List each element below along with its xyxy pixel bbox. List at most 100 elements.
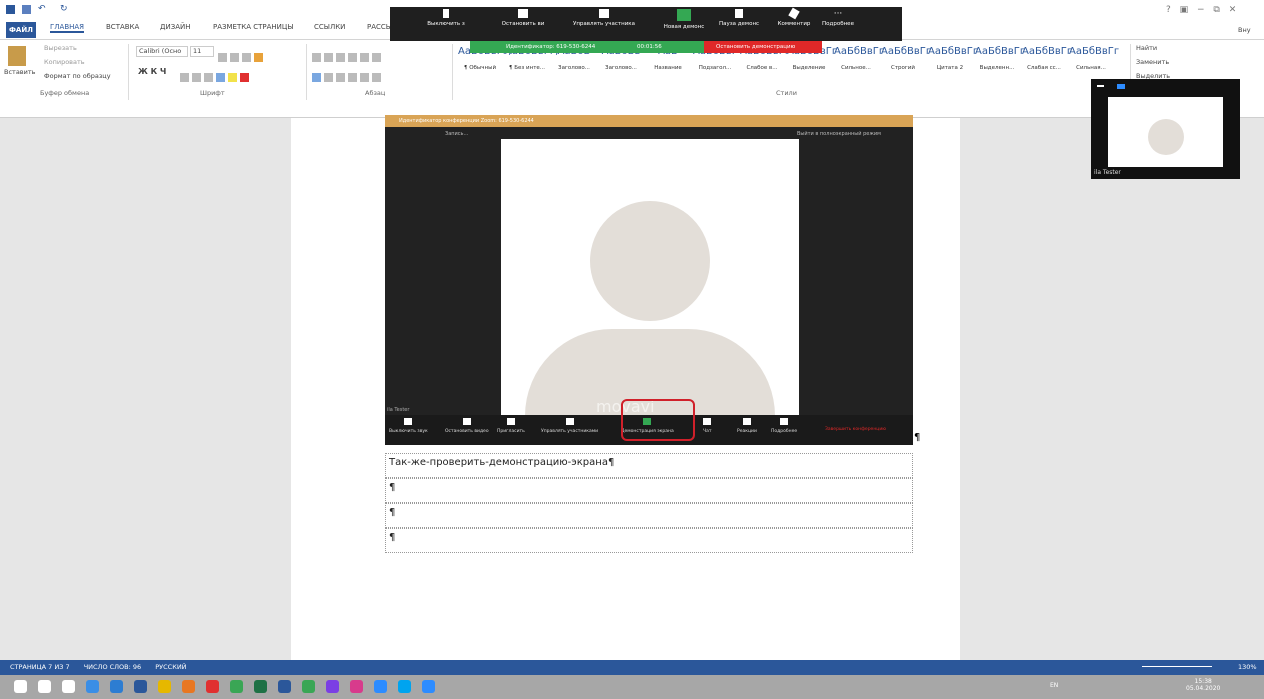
taskbar-app-icon[interactable] [158, 680, 171, 693]
tab-layout[interactable]: РАЗМЕТКА СТРАНИЦЫ [213, 23, 294, 31]
redo-icon[interactable]: ↻ [60, 4, 68, 14]
paste-label[interactable]: Вставить [4, 68, 35, 76]
clock[interactable]: 15:38 05.04.2020 [1186, 678, 1220, 692]
table-row[interactable]: ¶ [385, 478, 913, 503]
table-row[interactable]: ¶ [385, 503, 913, 528]
fullscreen-button[interactable]: Выйти в полноэкранный режим [797, 131, 881, 137]
end-meeting-button[interactable]: Завершить конференцию [825, 427, 886, 432]
pencil-icon [788, 7, 800, 20]
pip-video [1108, 97, 1223, 167]
stop-share-button[interactable]: Остановить демонстрацию [704, 41, 822, 53]
tab-home[interactable]: ГЛАВНАЯ [50, 23, 85, 33]
tab-file[interactable]: ФАЙЛ [6, 22, 36, 38]
paragraph-tools-row1[interactable] [312, 47, 384, 66]
taskbar-app-icon[interactable] [38, 680, 51, 693]
zoom-more-button[interactable]: ··· Подробнее [818, 9, 858, 27]
style-item[interactable]: АаБбВвГг Строгий [881, 46, 931, 76]
pause-icon [735, 9, 743, 18]
zoom-slider[interactable] [1142, 666, 1212, 667]
font-size-select[interactable]: 11 [190, 46, 214, 57]
group-label-styles: Стили [776, 89, 797, 97]
tab-insert[interactable]: ВСТАВКА [106, 23, 139, 31]
zoom-control-7[interactable]: Подробнее [771, 418, 797, 434]
style-item[interactable]: АаБбВвГг Сильное... [834, 46, 884, 76]
tab-references[interactable]: ССЫЛКИ [314, 23, 345, 31]
video-icon[interactable] [1117, 84, 1125, 89]
avatar-head [590, 201, 710, 321]
window-controls[interactable]: ? ▣ − ⧉ ✕ [1166, 5, 1239, 15]
zoom-control-0[interactable]: Выключить звук [389, 418, 428, 434]
zoom-control-2[interactable]: Пригласить [497, 418, 525, 434]
zoom-control-5[interactable]: Чат [703, 418, 711, 434]
taskbar-app-icon[interactable] [206, 680, 219, 693]
taskbar-app-icon[interactable] [326, 680, 339, 693]
zoom-control-6[interactable]: Реакции [737, 418, 757, 434]
style-item[interactable]: АаБбВвГг Цитата 2 [928, 46, 978, 76]
zoom-new-share-button[interactable]: Новая демонс [660, 9, 708, 30]
minimize-icon[interactable] [1097, 85, 1104, 87]
table-row[interactable]: Так-же-проверить-демонстрацию-экрана¶ [385, 453, 913, 478]
taskbar-app-icon[interactable] [230, 680, 243, 693]
style-item[interactable]: АаБбВвГг Выделенн... [975, 46, 1025, 76]
taskbar-app-icon[interactable] [422, 680, 435, 693]
style-item[interactable]: АаБбВвГг Сильная... [1069, 46, 1119, 76]
input-language[interactable]: EN [1050, 682, 1058, 689]
font-tools-row2[interactable] [180, 67, 252, 86]
participant-video: movavi [501, 139, 799, 416]
embedded-zoom-window: Идентификатор конференции Zoom: 619-530-… [385, 115, 913, 445]
taskbar: EN 15:38 05.04.2020 [0, 675, 1264, 699]
style-item[interactable]: АаБбВвГг Слабая сс... [1022, 46, 1072, 76]
zoom-stop-video-button[interactable]: Остановить ви [498, 9, 548, 27]
taskbar-app-icon[interactable] [374, 680, 387, 693]
font-tools-row1[interactable] [218, 47, 266, 66]
highlight-box [621, 399, 695, 441]
find-button[interactable]: Найти [1136, 44, 1157, 52]
taskbar-app-icon[interactable] [398, 680, 411, 693]
taskbar-app-icon[interactable] [302, 680, 315, 693]
taskbar-app-icon[interactable] [182, 680, 195, 693]
page-count[interactable]: СТРАНИЦА 7 ИЗ 7 [10, 663, 70, 671]
undo-icon[interactable]: ↶ [38, 4, 46, 14]
format-painter-button[interactable]: Формат по образцу [44, 72, 111, 80]
share-timer: 00:01:56 [637, 44, 662, 50]
taskbar-app-icon[interactable] [350, 680, 363, 693]
avatar [1148, 119, 1184, 155]
taskbar-app-icon[interactable] [110, 680, 123, 693]
group-label-font: Шрифт [200, 89, 225, 97]
zoom-control-1[interactable]: Остановить видео [445, 418, 489, 434]
microphone-icon [443, 9, 449, 18]
taskbar-app-icon[interactable] [278, 680, 291, 693]
tab-design[interactable]: ДИЗАЙН [160, 23, 190, 31]
zoom-annotate-button[interactable]: Комментир [774, 7, 814, 27]
zoom-manage-participants-button[interactable]: Управлять участника [564, 9, 644, 27]
taskbar-app-icon[interactable] [254, 680, 267, 693]
bold-italic-underline[interactable]: Ж К Ч [138, 67, 166, 76]
word-count[interactable]: ЧИСЛО СЛОВ: 96 [84, 663, 141, 671]
zoom-pause-share-button[interactable]: Пауза демонс [716, 9, 762, 27]
table-row[interactable]: ¶ [385, 528, 913, 553]
language[interactable]: РУССКИЙ [155, 663, 186, 671]
save-icon[interactable] [22, 5, 31, 14]
cut-button[interactable]: Вырезать [44, 44, 77, 52]
word-app-icon [6, 5, 15, 14]
zoom-mute-button[interactable]: Выключить з [426, 9, 466, 27]
taskbar-app-icon[interactable] [134, 680, 147, 693]
zoom-control-3[interactable]: Управлять участниками [541, 418, 598, 434]
taskbar-app-icon[interactable] [14, 680, 27, 693]
zoom-pip-window[interactable]: ila Tester [1091, 79, 1240, 179]
copy-button[interactable]: Копировать [44, 58, 85, 66]
font-name-select[interactable]: Calibri (Осно [136, 46, 188, 57]
taskbar-app-icon[interactable] [86, 680, 99, 693]
taskbar-app-icon[interactable] [62, 680, 75, 693]
zoom-share-toolbar: Выключить з Остановить ви Управлять учас… [390, 7, 902, 41]
zoom-level[interactable]: 130% [1238, 660, 1257, 675]
tab-mailings[interactable]: РАССЫ [367, 23, 392, 31]
replace-button[interactable]: Заменить [1136, 58, 1169, 66]
paragraph-tools-row2[interactable] [312, 67, 384, 86]
pip-name: ila Tester [1094, 169, 1121, 176]
zoom-share-status-bar: Идентификатор: 619-530-6244 00:01:56 [470, 41, 704, 53]
video-camera-icon [518, 9, 528, 18]
user-name[interactable]: Вну [1238, 26, 1251, 34]
group-label-clipboard: Буфер обмена [40, 89, 90, 97]
paste-icon[interactable] [8, 46, 26, 66]
